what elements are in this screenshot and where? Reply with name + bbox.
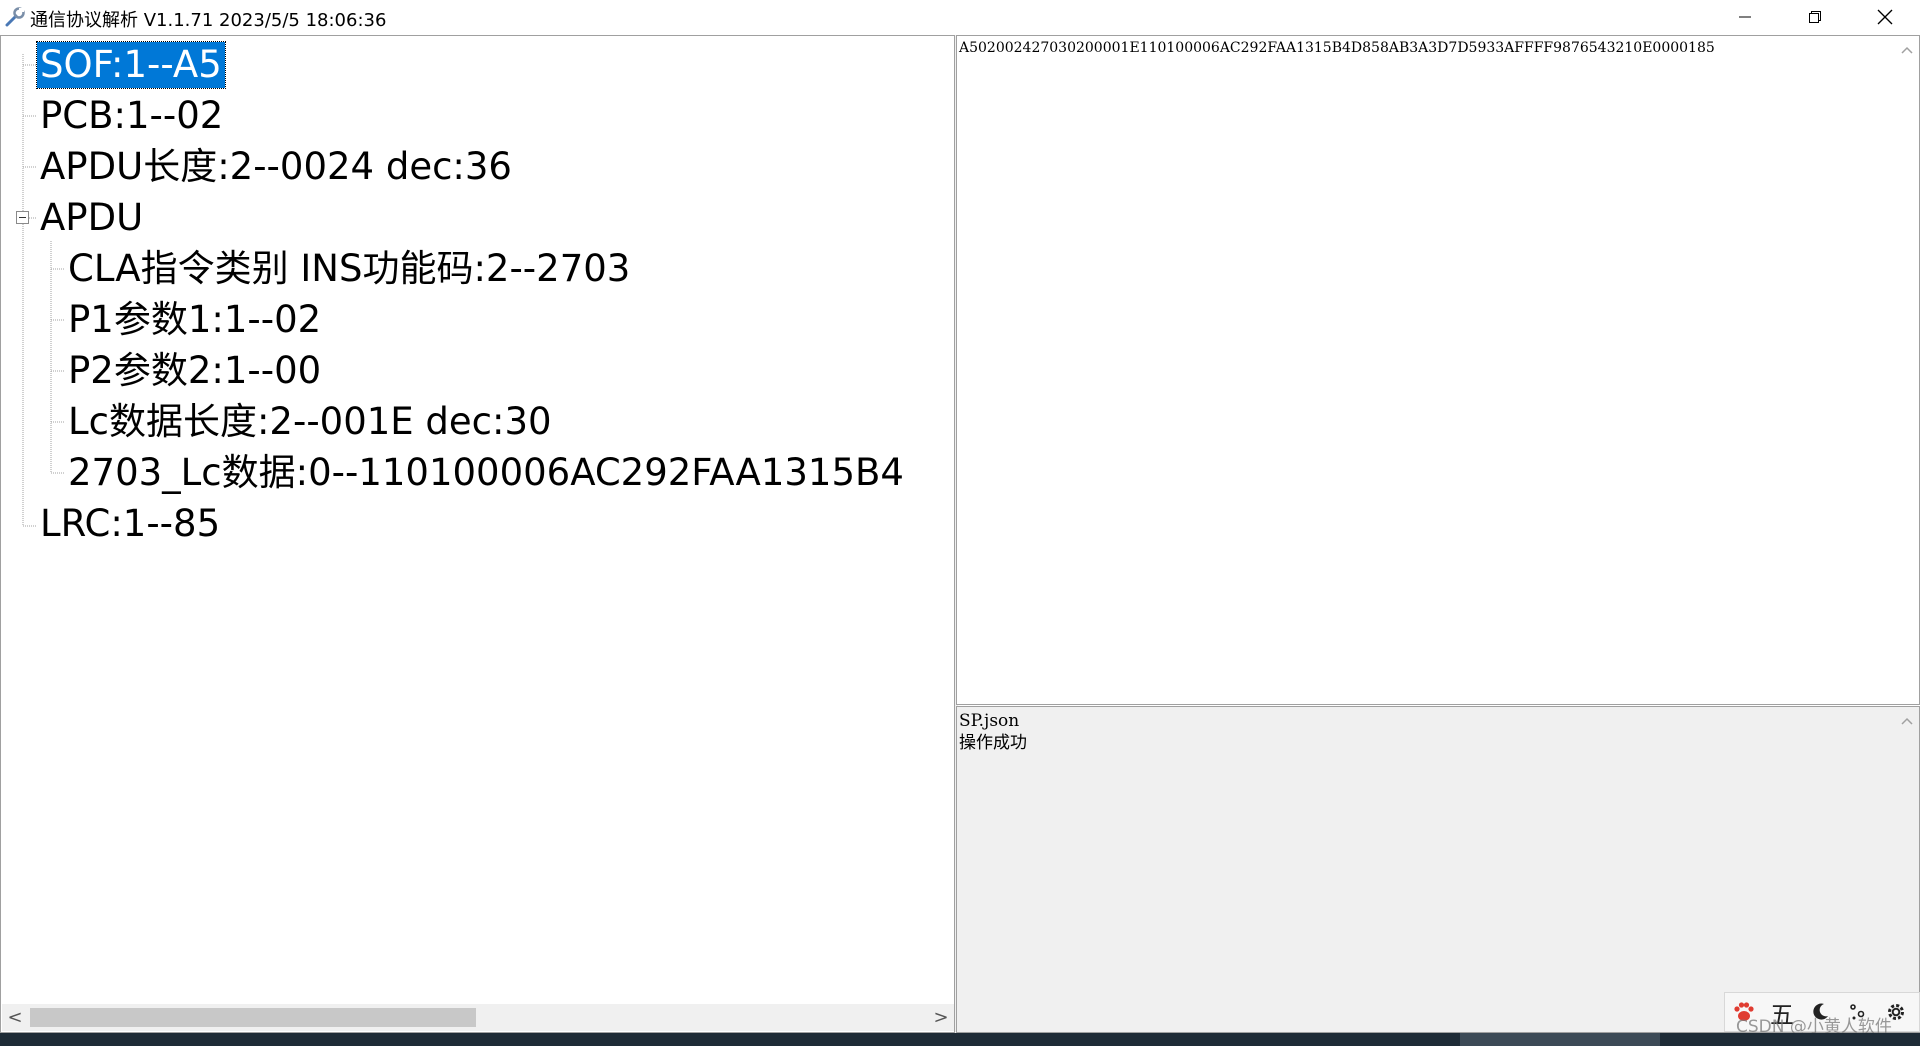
scroll-left-button[interactable]: < — [2, 1004, 28, 1031]
taskbar-strip — [0, 1033, 1920, 1046]
tree-node-apdu-length[interactable]: APDU长度:2--0024 dec:36 — [40, 144, 512, 190]
protocol-tree-view[interactable]: SOF:1--A5 PCB:1--02 APDU长度:2--0024 dec:3… — [0, 35, 955, 1033]
log-output-box[interactable]: SP.json 操作成功 — [956, 706, 1920, 1033]
taskbar-segment — [1460, 1033, 1660, 1046]
minimize-icon — [1738, 10, 1752, 24]
chevron-up-icon[interactable] — [1897, 711, 1917, 731]
tree-node-apdu[interactable]: APDU — [40, 195, 143, 241]
scrollbar-thumb[interactable] — [30, 1008, 476, 1027]
tree-node-cla-ins[interactable]: CLA指令类别 INS功能码:2--2703 — [68, 246, 630, 292]
minimize-button[interactable] — [1710, 0, 1780, 34]
hex-input-box[interactable]: A502002427030200001E110100006AC292FAA131… — [956, 35, 1920, 705]
restore-button[interactable] — [1780, 0, 1850, 34]
scroll-right-button[interactable]: > — [928, 1004, 954, 1031]
collapse-toggle-apdu[interactable] — [16, 211, 29, 224]
tree-node-sof[interactable]: SOF:1--A5 — [36, 41, 226, 89]
close-icon — [1877, 9, 1893, 25]
chevron-up-icon[interactable] — [1897, 40, 1917, 60]
tree-node-p1[interactable]: P1参数1:1--02 — [68, 297, 321, 343]
tree-node-lc-length[interactable]: Lc数据长度:2--001E dec:30 — [68, 399, 552, 445]
tree-node-pcb[interactable]: PCB:1--02 — [40, 93, 223, 139]
tree-node-lc-data[interactable]: 2703_Lc数据:0--110100006AC292FAA1315B4 — [68, 450, 904, 496]
window-title: 通信协议解析 V1.1.71 2023/5/5 18:06:36 — [30, 10, 387, 31]
hex-data-text: A502002427030200001E110100006AC292FAA131… — [959, 40, 1715, 56]
wrench-icon — [4, 7, 26, 27]
log-line-status: 操作成功 — [959, 733, 1027, 753]
horizontal-scrollbar[interactable]: < > — [2, 1004, 954, 1031]
close-button[interactable] — [1850, 0, 1920, 34]
restore-icon — [1808, 10, 1822, 24]
tree-node-lrc[interactable]: LRC:1--85 — [40, 501, 220, 547]
tree-node-p2[interactable]: P2参数2:1--00 — [68, 348, 321, 394]
title-bar[interactable]: 通信协议解析 V1.1.71 2023/5/5 18:06:36 — [0, 0, 1920, 34]
app-window: 通信协议解析 V1.1.71 2023/5/5 18:06:36 SOF:1--… — [0, 0, 1920, 1046]
